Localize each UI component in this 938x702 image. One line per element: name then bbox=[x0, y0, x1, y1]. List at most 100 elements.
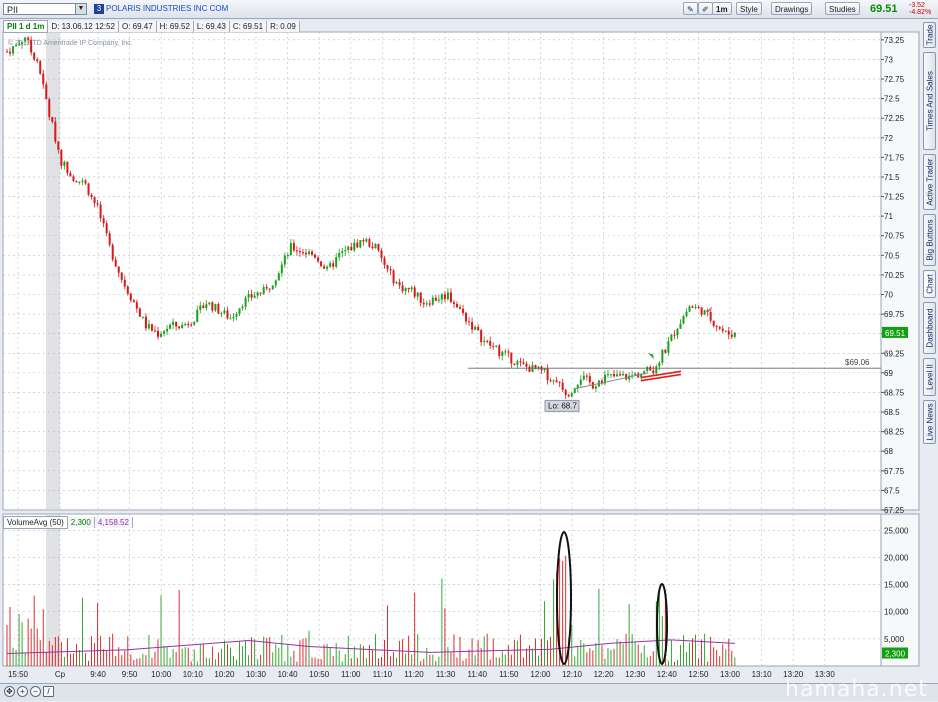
candle-body bbox=[277, 273, 280, 281]
candle-body bbox=[36, 59, 39, 62]
candle-body bbox=[232, 316, 235, 319]
interval-button[interactable]: 1m bbox=[712, 2, 732, 15]
price-tick-label: 70 bbox=[884, 291, 893, 300]
candle-body bbox=[519, 361, 522, 363]
last-volume-tag-label: 2,300 bbox=[885, 650, 906, 659]
chart-title[interactable]: PII 1 d 1m bbox=[3, 20, 49, 33]
style-button[interactable]: Style bbox=[736, 2, 762, 15]
candle-body bbox=[477, 327, 480, 331]
candle-body bbox=[582, 375, 585, 380]
price-tick-label: 70.25 bbox=[884, 271, 905, 280]
candle-body bbox=[241, 306, 244, 309]
volume-average-value: 4,158.52 bbox=[94, 517, 133, 528]
candle-body bbox=[652, 370, 655, 374]
price-tick-label: 68 bbox=[884, 447, 893, 456]
candle-body bbox=[425, 303, 428, 305]
side-tab-active-trader[interactable]: Active Trader bbox=[923, 154, 936, 210]
watermark: hamaha.net bbox=[785, 677, 928, 702]
candle-body bbox=[196, 309, 199, 322]
candle-body bbox=[160, 333, 163, 337]
chevron-down-icon[interactable]: ▼ bbox=[75, 4, 86, 14]
price-tick-label: 69 bbox=[884, 369, 893, 378]
last-price: 69.51 bbox=[870, 3, 898, 15]
candle-body bbox=[667, 341, 670, 353]
candle-body bbox=[153, 330, 156, 332]
symbol-input[interactable]: PII ▼ bbox=[3, 3, 87, 15]
studies-button[interactable]: Studies bbox=[825, 2, 860, 15]
candle-body bbox=[395, 282, 398, 284]
time-tick-label: 11:20 bbox=[404, 670, 424, 679]
time-tick-label: 12:50 bbox=[688, 670, 709, 679]
candle-body bbox=[144, 316, 147, 329]
time-tick-label: 10:20 bbox=[214, 670, 235, 679]
candle-body bbox=[489, 340, 492, 346]
price-tick-label: 73.25 bbox=[884, 36, 905, 45]
candle-body bbox=[175, 321, 178, 327]
link-number-badge[interactable]: 3 bbox=[94, 4, 104, 14]
tools-button[interactable]: ✎ bbox=[683, 2, 698, 15]
candle-body bbox=[513, 363, 516, 365]
draw-pen-button[interactable]: ✐ bbox=[698, 2, 713, 15]
candle-body bbox=[555, 380, 558, 383]
side-tab-chart[interactable]: Chart bbox=[923, 270, 936, 298]
candle-body bbox=[335, 257, 338, 267]
volume-tick-label: 25,000 bbox=[884, 526, 909, 535]
candle-body bbox=[12, 46, 15, 54]
candle-body bbox=[283, 255, 286, 265]
side-tab-label: Level II bbox=[925, 364, 934, 390]
side-tab-dashboard[interactable]: Dashboard bbox=[923, 302, 936, 354]
price-tick-label: 68.75 bbox=[884, 388, 905, 397]
info-high: H: 69.52 bbox=[156, 21, 194, 32]
price-tick-label: 67.75 bbox=[884, 467, 905, 476]
side-tab-level-ii[interactable]: Level II bbox=[923, 358, 936, 396]
candle-body bbox=[332, 263, 335, 267]
time-tick-label: 10:30 bbox=[246, 670, 267, 679]
candle-body bbox=[480, 330, 483, 343]
candle-body bbox=[271, 285, 274, 290]
candle-body bbox=[486, 340, 489, 342]
side-tab-live-news[interactable]: Live News bbox=[923, 400, 936, 444]
candle-body bbox=[446, 292, 449, 300]
pan-icon[interactable]: ✥ bbox=[4, 686, 15, 697]
drawings-button[interactable]: Drawings bbox=[771, 2, 813, 15]
candle-body bbox=[389, 269, 392, 271]
side-tab-times-and-sales[interactable]: Times And Sales bbox=[923, 52, 936, 150]
candle-body bbox=[256, 292, 259, 296]
candle-body bbox=[229, 318, 232, 320]
candle-body bbox=[262, 287, 265, 294]
candle-body bbox=[48, 99, 51, 117]
candle-body bbox=[594, 386, 597, 389]
side-tab-big-buttons[interactable]: Big Buttons bbox=[923, 214, 936, 266]
candle-body bbox=[549, 380, 552, 382]
candle-body bbox=[649, 366, 652, 371]
candle-body bbox=[404, 288, 407, 292]
premarket-shade bbox=[46, 33, 60, 509]
candle-body bbox=[380, 250, 383, 258]
candle-body bbox=[495, 345, 498, 347]
wrench-icon: ✎ bbox=[687, 5, 694, 14]
interval-label: 1m bbox=[716, 5, 728, 14]
volume-study-title[interactable]: VolumeAvg (50) bbox=[3, 516, 68, 529]
time-tick-label: 11:10 bbox=[373, 670, 393, 679]
candle-body bbox=[437, 299, 440, 301]
candle-body bbox=[419, 292, 422, 303]
zoom-in-icon[interactable]: + bbox=[17, 686, 28, 697]
candle-body bbox=[721, 328, 724, 331]
candle-body bbox=[504, 351, 507, 353]
candle-body bbox=[564, 389, 567, 396]
candle-body bbox=[516, 361, 519, 365]
chart-svg: 73.25 73 72.75 72.5 72.25 72 71.75 71.5 71.25 71 7… bbox=[2, 31, 920, 679]
candle-body bbox=[295, 250, 298, 252]
candle-body bbox=[60, 149, 63, 166]
candle-body bbox=[87, 183, 90, 195]
candle-body bbox=[682, 316, 685, 324]
zoom-out-icon[interactable]: − bbox=[30, 686, 41, 697]
candle-body bbox=[126, 286, 129, 294]
candle-body bbox=[147, 324, 150, 329]
candle-body bbox=[341, 251, 344, 253]
side-tab-trade[interactable]: Trade bbox=[923, 22, 936, 48]
candle-body bbox=[265, 287, 268, 289]
draw-line-icon[interactable]: / bbox=[43, 686, 54, 697]
style-label: Style bbox=[740, 5, 758, 14]
side-tabs: Trade Times And Sales Active Trader Big … bbox=[922, 20, 938, 444]
